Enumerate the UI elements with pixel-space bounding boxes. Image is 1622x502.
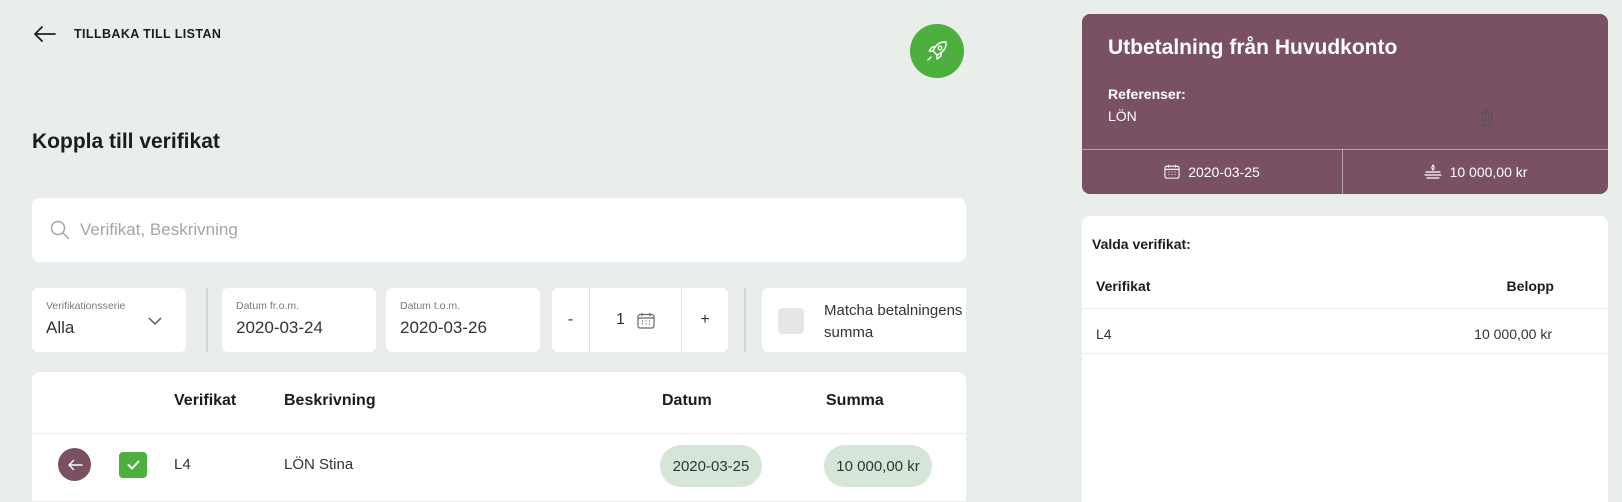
date-to-value: 2020-03-26 <box>400 318 487 337</box>
selected-title: Valda verifikat: <box>1092 236 1191 252</box>
move-row-button[interactable] <box>58 448 91 481</box>
match-amount-toggle[interactable]: Matcha betalningens summa <box>762 288 966 352</box>
stepper-minus-button[interactable]: - <box>552 288 590 352</box>
payment-amount-value: 10 000,00 kr <box>1449 163 1528 180</box>
check-icon <box>127 460 139 470</box>
selected-row-verifikat: L4 <box>1096 326 1112 342</box>
money-icon <box>1423 163 1442 179</box>
chevron-down-icon <box>148 317 162 326</box>
date-to-field[interactable]: Datum t.o.m. 2020-03-26 <box>386 288 540 352</box>
series-label: Verifikationsserie <box>46 300 126 312</box>
row-datum-pill: 2020-03-25 <box>660 445 762 487</box>
date-from-value: 2020-03-24 <box>236 318 323 337</box>
trash-icon[interactable] <box>1479 109 1495 127</box>
page-title: Koppla till verifikat <box>32 130 220 153</box>
selected-row-divider <box>1082 353 1608 354</box>
col-header-summa[interactable]: Summa <box>826 392 884 410</box>
stepper-value: 1 <box>616 311 625 328</box>
series-value: Alla <box>46 318 75 337</box>
selected-col-belopp: Belopp <box>1506 278 1554 294</box>
row-checkbox[interactable] <box>119 452 147 478</box>
match-amount-checkbox[interactable] <box>778 308 804 334</box>
stepper-plus-button[interactable]: + <box>682 288 728 352</box>
verifikat-table: Verifikat Beskrivning Datum Summa L4 LÖN… <box>32 372 966 502</box>
selected-row-belopp: 10 000,00 kr <box>1474 326 1552 342</box>
rocket-icon <box>927 41 947 61</box>
series-select[interactable]: Verifikationsserie Alla <box>32 288 186 352</box>
date-from-label: Datum fr.o.m. <box>236 300 300 312</box>
col-header-verifikat[interactable]: Verifikat <box>174 392 236 410</box>
match-amount-label: Matcha betalningens summa <box>824 302 963 341</box>
filter-divider <box>744 288 746 352</box>
date-to-label: Datum t.o.m. <box>400 300 461 312</box>
selected-col-verifikat: Verifikat <box>1096 278 1151 294</box>
arrow-left-icon <box>67 459 83 470</box>
filter-divider <box>206 288 208 352</box>
col-header-datum[interactable]: Datum <box>662 392 712 410</box>
date-from-field[interactable]: Datum fr.o.m. 2020-03-24 <box>222 288 376 352</box>
back-label: TILLBAKA TILL LISTAN <box>74 27 222 41</box>
selected-vouchers-panel: Valda verifikat: Verifikat Belopp L4 10 … <box>1082 216 1608 502</box>
payment-date-value: 2020-03-25 <box>1188 163 1260 180</box>
search-icon <box>50 220 70 240</box>
calendar-icon <box>637 312 655 329</box>
day-stepper: - 1 + <box>552 288 728 352</box>
header-divider <box>32 433 966 434</box>
references-label: Referenser: <box>1108 86 1186 102</box>
rocket-button[interactable] <box>910 24 964 78</box>
arrow-left-icon <box>34 26 56 42</box>
row-beskrivning: LÖN Stina <box>284 456 354 473</box>
calendar-icon <box>1164 164 1180 179</box>
payment-title: Utbetalning från Huvudkonto <box>1108 36 1398 59</box>
payment-amount: 10 000,00 kr <box>1343 149 1608 194</box>
selected-header-divider <box>1082 308 1608 309</box>
back-to-list-link[interactable]: TILLBAKA TILL LISTAN <box>34 26 221 42</box>
row-summa-pill: 10 000,00 kr <box>824 445 932 487</box>
search-input[interactable] <box>80 220 880 240</box>
col-header-beskrivning[interactable]: Beskrivning <box>284 392 376 410</box>
row-verifikat: L4 <box>174 456 191 473</box>
search-bar <box>32 198 966 262</box>
stepper-value-cell[interactable]: 1 <box>590 288 682 352</box>
references-value: LÖN <box>1108 108 1137 124</box>
payment-card: Utbetalning från Huvudkonto Referenser: … <box>1082 14 1608 194</box>
payment-date: 2020-03-25 <box>1082 149 1342 194</box>
